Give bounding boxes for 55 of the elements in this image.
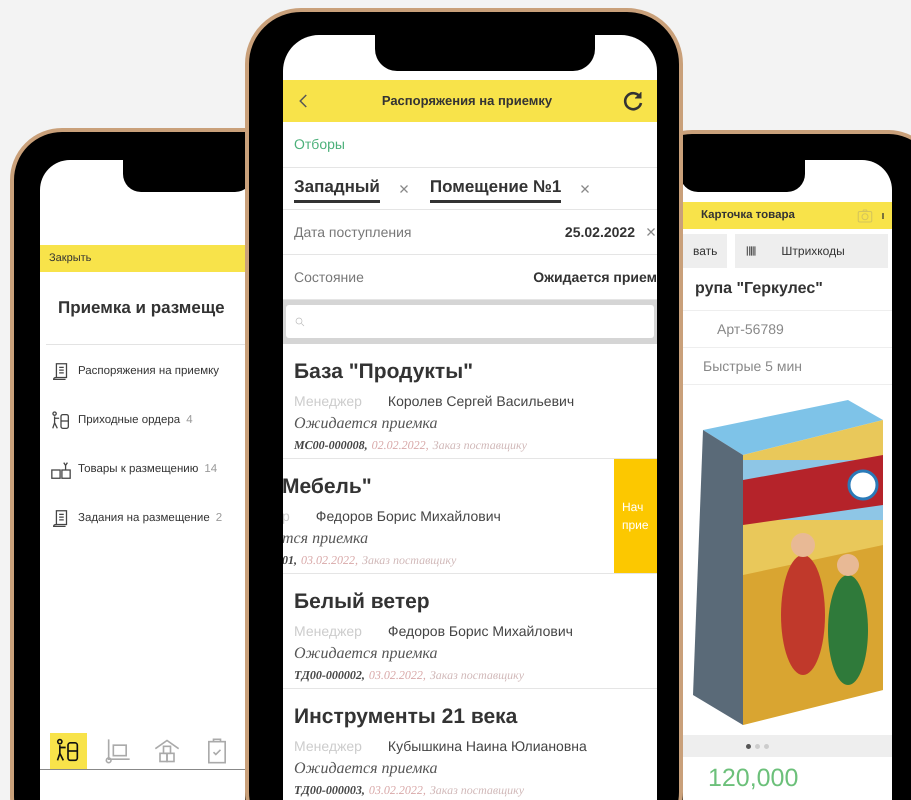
menu-item[interactable]: Приходные ордера 4 <box>46 396 245 445</box>
close-link[interactable]: Закрыть <box>49 250 92 267</box>
order-date: 03.02.2022, <box>368 782 426 798</box>
worker-icon <box>50 410 72 432</box>
manager-name: Федоров Борис Михайлович <box>316 506 501 526</box>
order-number: ТД00-000003, <box>294 782 365 798</box>
order-title: Мебель" <box>283 474 372 500</box>
refresh-icon[interactable] <box>621 89 645 113</box>
order-type: Заказ поставщику <box>362 552 456 568</box>
order-type: Заказ поставщику <box>430 666 524 684</box>
product-name: рупа "Геркулес" <box>695 279 823 299</box>
order-title: База "Продукты" <box>294 359 474 385</box>
tab-button[interactable]: Штрихкоды <box>735 234 888 268</box>
close-icon[interactable] <box>645 226 657 238</box>
manager-name: Федоров Борис Михайлович <box>388 622 573 641</box>
search-icon <box>294 316 306 328</box>
close-icon[interactable] <box>579 182 592 194</box>
order-title: Инструменты 21 века <box>294 704 518 730</box>
price-label: 120,000 <box>708 763 798 794</box>
order-type: Заказ поставщику <box>432 436 527 454</box>
order-date: 03.02.2022, <box>368 666 426 684</box>
screen-title: Карточка товара <box>701 208 796 223</box>
product-note: Быстрые 5 мин <box>703 356 802 376</box>
order-status: Ожидается приемка <box>294 644 438 664</box>
count-label: 4 <box>186 412 193 428</box>
order-date: 02.02.2022, <box>372 436 429 454</box>
order-date: 03.02.2022, <box>301 552 358 568</box>
menu-item[interactable]: Задания на размещение 2 <box>46 494 245 543</box>
field-label: Дата поступления <box>294 222 412 242</box>
screen-title: Приемка и размеще <box>58 297 225 320</box>
order-status: Ожидается приемка <box>294 758 438 778</box>
order-type: Заказ поставщику <box>430 782 524 798</box>
screen-title: Распоряжения на приемку <box>380 92 554 110</box>
count-label: 2 <box>216 510 222 526</box>
order-title: Белый ветер <box>294 589 430 615</box>
warehouse-icon <box>153 737 182 765</box>
search-field[interactable] <box>286 305 654 338</box>
menu-item[interactable]: Распоряжения на приемку <box>46 347 245 396</box>
order-status: Ожидается приемка <box>294 414 438 434</box>
count-label: 14 <box>204 462 218 477</box>
field-value: Ожидается прием <box>533 268 657 287</box>
filter-chip[interactable]: Западный <box>294 174 380 204</box>
filter-chip[interactable]: Помещение №1 <box>430 174 562 204</box>
article-number: Арт-56789 <box>717 320 784 339</box>
manager-name: Королев Сергей Васильевич <box>388 392 574 411</box>
tab-button[interactable]: вать <box>683 234 728 268</box>
order-number: МС00-000008, <box>294 436 368 454</box>
tab-button[interactable] <box>50 733 86 769</box>
manager-name: Кубышкина Наина Юлиановна <box>388 736 587 756</box>
close-icon[interactable] <box>398 182 410 194</box>
field-label: Состояние <box>294 268 365 286</box>
field-value: 25.02.2022 <box>564 222 635 242</box>
menu-item[interactable]: Товары к размещению 14 <box>46 445 245 494</box>
order-number: ТД00-000002, <box>294 666 365 684</box>
trolley-icon <box>104 737 132 765</box>
